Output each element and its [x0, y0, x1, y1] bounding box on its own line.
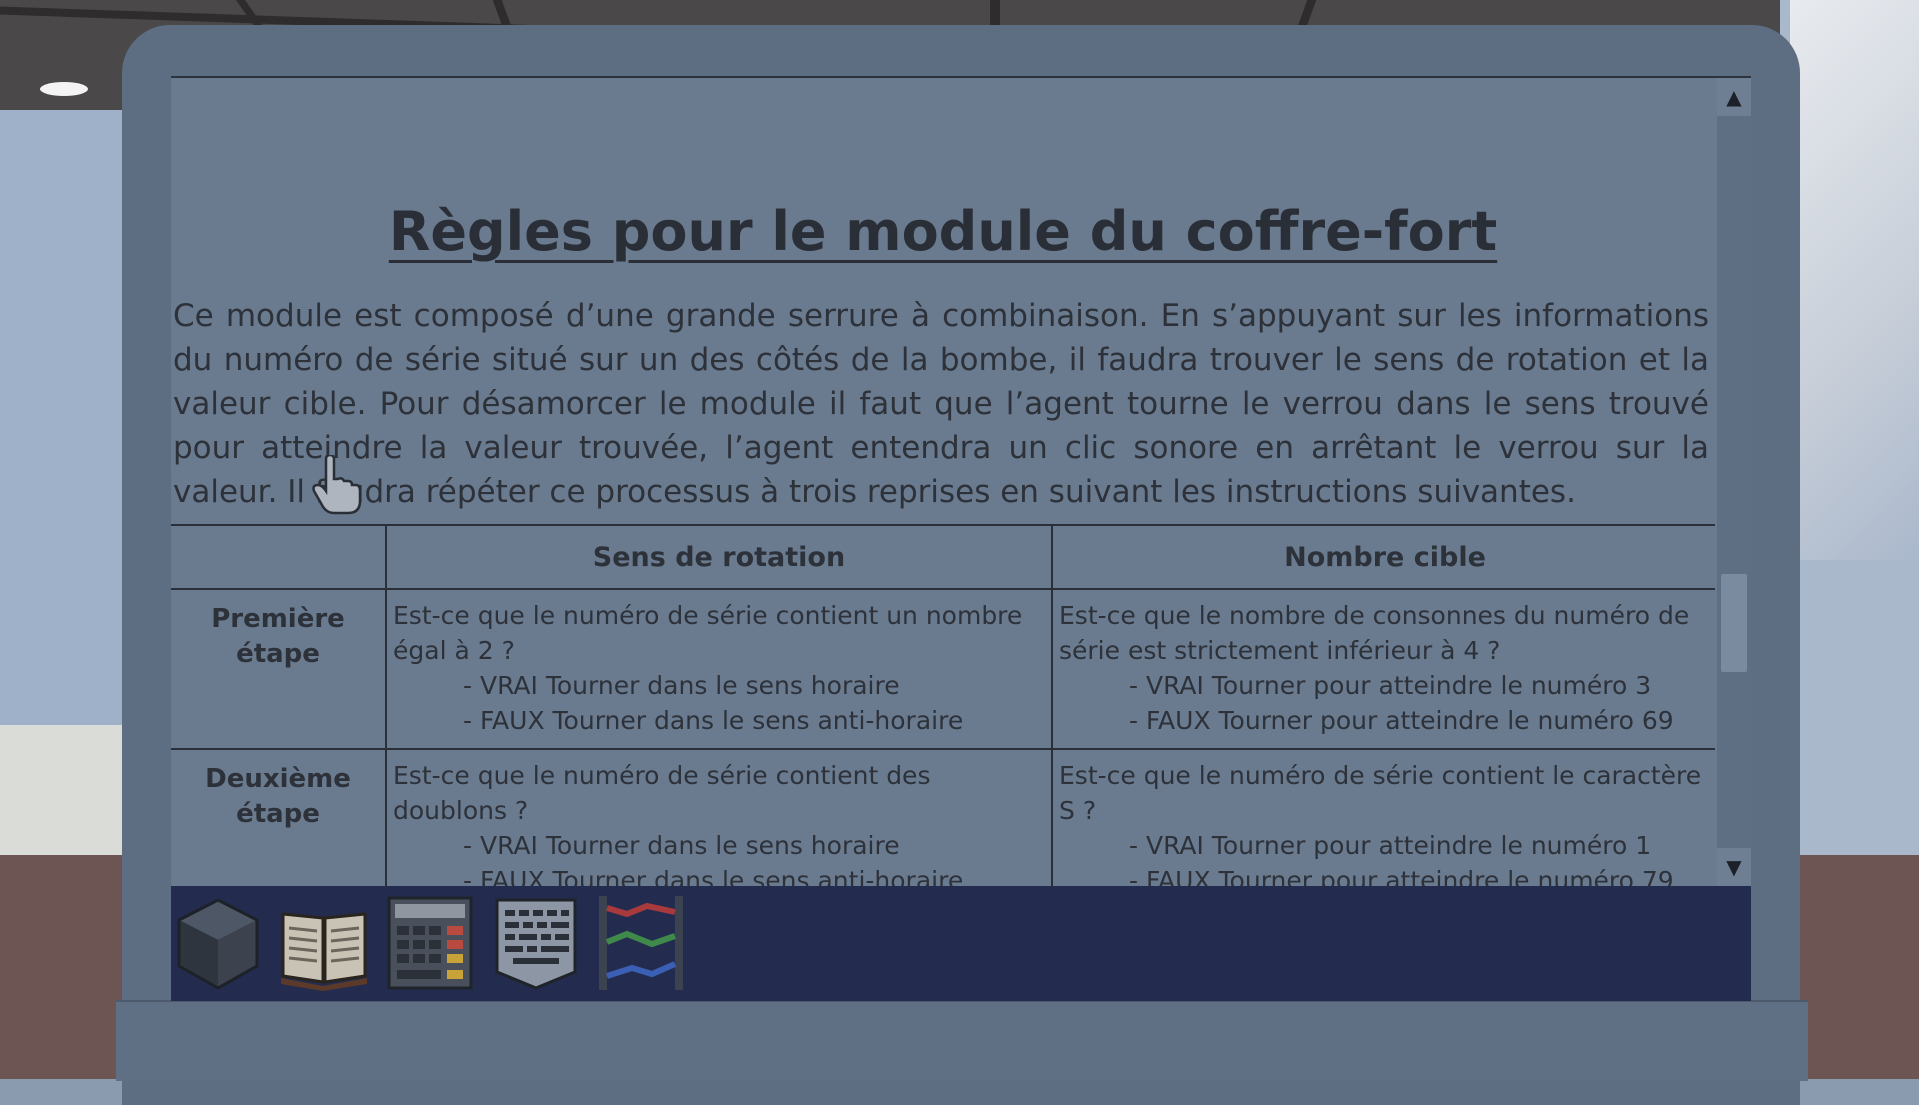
- target-question: Est-ce que le numéro de série contient l…: [1059, 761, 1702, 825]
- monitor-screen: Règles pour le module du coffre-fort Ce …: [171, 76, 1751, 1001]
- rotation-question: Est-ce que le numéro de série contient u…: [393, 601, 1023, 665]
- rotation-yes: - VRAI Tourner dans le sens horaire: [463, 831, 900, 860]
- calculator-icon[interactable]: [385, 894, 475, 992]
- scroll-thumb[interactable]: [1721, 574, 1747, 672]
- target-cell: Est-ce que le nombre de consonnes du num…: [1051, 588, 1715, 750]
- manual-title: Règles pour le module du coffre-fort: [388, 200, 1498, 263]
- rotation-no: - FAUX Tourner dans le sens anti-horaire: [463, 866, 964, 886]
- ceiling-light: [40, 82, 88, 96]
- window-light: [1790, 0, 1919, 560]
- target-no: - FAUX Tourner pour atteindre le numéro …: [1129, 866, 1674, 886]
- step-label: Première étape: [171, 588, 387, 750]
- book-icon[interactable]: [279, 894, 369, 992]
- floor: [0, 855, 130, 1079]
- manual-document: Règles pour le module du coffre-fort Ce …: [171, 76, 1715, 886]
- table-header-row: Sens de rotation Nombre cible: [171, 524, 1715, 590]
- target-yes: - VRAI Tourner pour atteindre le numéro …: [1129, 671, 1652, 700]
- floor-tiles: [0, 725, 130, 855]
- vertical-scrollbar[interactable]: ▲ ▼: [1717, 78, 1751, 886]
- rotation-yes: - VRAI Tourner dans le sens horaire: [463, 671, 900, 700]
- rotation-cell: Est-ce que le numéro de série contient d…: [385, 748, 1053, 886]
- rules-table: Sens de rotation Nombre cible Première é…: [171, 524, 1715, 886]
- manual-intro: Ce module est composé d’une grande serru…: [173, 298, 1709, 510]
- rotation-cell: Est-ce que le numéro de série contient u…: [385, 588, 1053, 750]
- scroll-down-button[interactable]: ▼: [1717, 848, 1751, 886]
- keyboard-icon[interactable]: [491, 894, 581, 992]
- hand-cursor-icon: [312, 453, 362, 515]
- table-header: Sens de rotation: [385, 524, 1053, 590]
- scroll-up-button[interactable]: ▲: [1717, 78, 1751, 116]
- table-row: Première étape Est-ce que le numéro de s…: [171, 588, 1715, 750]
- wires-icon[interactable]: [597, 894, 687, 992]
- left-wall: [0, 110, 130, 730]
- table-row: Deuxième étape Est-ce que le numéro de s…: [171, 748, 1715, 886]
- target-cell: Est-ce que le numéro de série contient l…: [1051, 748, 1715, 886]
- target-question: Est-ce que le nombre de consonnes du num…: [1059, 601, 1690, 665]
- rotation-no: - FAUX Tourner dans le sens anti-horaire: [463, 706, 964, 735]
- target-no: - FAUX Tourner pour atteindre le numéro …: [1129, 706, 1674, 735]
- taskbar: [171, 886, 1751, 1001]
- step-label: Deuxième étape: [171, 748, 387, 886]
- cube-icon[interactable]: [173, 894, 263, 992]
- target-yes: - VRAI Tourner pour atteindre le numéro …: [1129, 831, 1652, 860]
- table-header: [171, 524, 387, 590]
- table-header: Nombre cible: [1051, 524, 1715, 590]
- monitor-base: [116, 1000, 1808, 1081]
- rotation-question: Est-ce que le numéro de série contient d…: [393, 761, 931, 825]
